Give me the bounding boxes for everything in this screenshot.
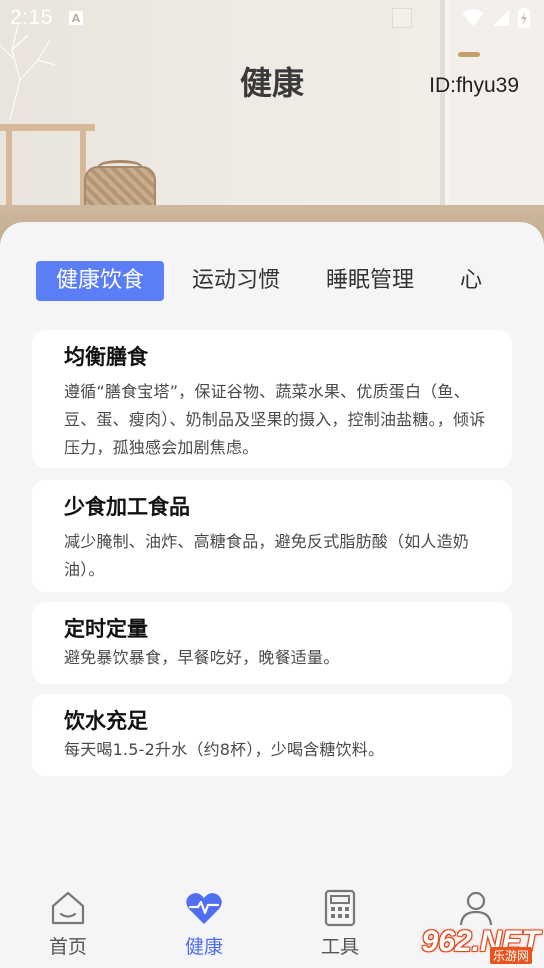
- nav-item-home[interactable]: 首页: [0, 876, 136, 968]
- home-icon: [51, 891, 85, 925]
- watermark-logo: 962.NET 乐游网: [392, 918, 540, 966]
- tip-card: 均衡膳食 遵循“膳食宝塔”，保证谷物、蔬菜水果、优质蛋白（鱼、豆、蛋、瘦肉）、奶…: [32, 330, 512, 468]
- nav-label: 工具: [320, 936, 359, 958]
- tip-card: 饮水充足 每天喝1.5-2升水（约8杯），少喝含糖饮料。: [32, 694, 512, 776]
- heart-pulse-icon: [186, 893, 222, 924]
- shelf-leg: [6, 124, 12, 216]
- tab-mental[interactable]: 心: [442, 261, 500, 301]
- tip-card-title: 均衡膳食: [64, 345, 148, 369]
- tab-sleep-management[interactable]: 睡眠管理: [308, 261, 432, 301]
- status-icons: [462, 8, 530, 28]
- header-background-photo: [0, 0, 544, 260]
- tip-card-body: 每天喝1.5-2升水（约8杯），少喝含糖饮料。: [64, 740, 385, 759]
- tip-card: 少食加工食品 减少腌制、油炸、高糖食品，避免反式脂肪酸（如人造奶油）。: [32, 480, 512, 592]
- tip-card-title: 定时定量: [64, 617, 148, 641]
- door-handle: [458, 52, 480, 57]
- nav-item-health[interactable]: 健康: [136, 876, 272, 968]
- content-sheet: 健康饮食 运动习惯 睡眠管理 心 均衡膳食 遵循“膳食宝塔”，保证谷物、蔬菜水果…: [0, 222, 544, 912]
- status-bar: 2:15 A: [0, 0, 544, 36]
- tab-healthy-diet[interactable]: 健康饮食: [36, 261, 165, 301]
- battery-charging-icon: [518, 8, 530, 28]
- notification-icon: A: [68, 11, 83, 25]
- wifi-icon: [462, 9, 484, 26]
- status-time: 2:15: [10, 6, 53, 29]
- tip-card: 定时定量 避免暴饮暴食，早餐吃好，晚餐适量。: [32, 602, 512, 684]
- tip-card-body: 避免暴饮暴食，早餐吃好，晚餐适量。: [64, 648, 340, 667]
- watermark-subtext: 乐游网: [489, 947, 532, 964]
- user-id-label: ID:fhyu39: [429, 74, 519, 97]
- calculator-icon: [324, 889, 356, 927]
- category-tabs: 健康饮食 运动习惯 睡眠管理 心: [36, 260, 544, 302]
- signal-icon: [493, 10, 509, 26]
- nav-item-tools[interactable]: 工具: [272, 876, 408, 968]
- tab-exercise-habits[interactable]: 运动习惯: [174, 261, 298, 301]
- tip-card-body: 遵循“膳食宝塔”，保证谷物、蔬菜水果、优质蛋白（鱼、豆、蛋、瘦肉）、奶制品及坚果…: [64, 382, 486, 457]
- nav-label: 健康: [184, 936, 223, 958]
- tip-card-body: 减少腌制、油炸、高糖食品，避免反式脂肪酸（如人造奶油）。: [64, 532, 470, 579]
- tip-card-title: 饮水充足: [64, 709, 148, 733]
- nav-label: 首页: [48, 936, 87, 958]
- tip-card-title: 少食加工食品: [64, 495, 190, 519]
